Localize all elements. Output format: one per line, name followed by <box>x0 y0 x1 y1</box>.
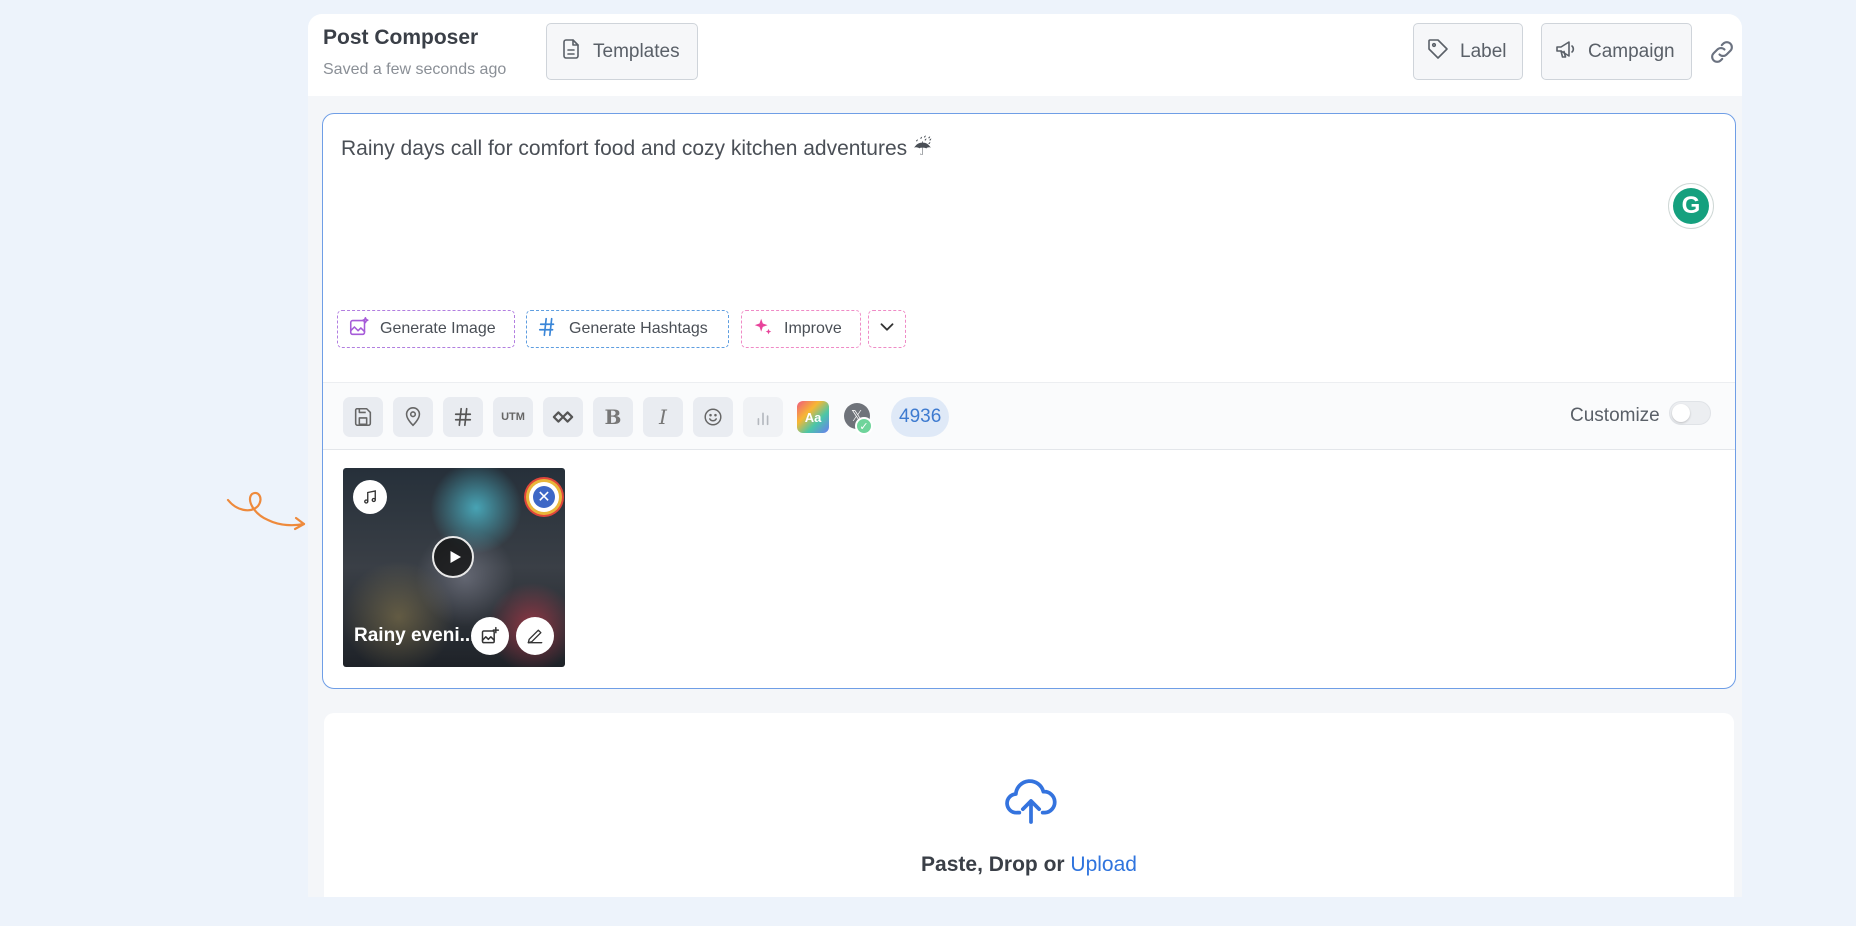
upload-dropzone[interactable]: Paste, Drop or Upload <box>324 713 1734 897</box>
ai-more-dropdown[interactable] <box>868 310 906 348</box>
cloud-upload-icon <box>1003 773 1059 829</box>
hashtag-sparkle-icon <box>537 316 559 343</box>
edit-pencil-icon[interactable] <box>516 617 554 655</box>
post-editor[interactable]: Rainy days call for comfort food and coz… <box>322 113 1736 689</box>
music-note-icon[interactable] <box>353 480 387 514</box>
arrow-doodle-icon <box>226 491 306 531</box>
editor-toolbar: UTM B I Aa 𝕏 ✓ 4936 Customize <box>323 382 1735 450</box>
campaign-label: Campaign <box>1588 40 1675 62</box>
close-icon: ✕ <box>533 486 555 508</box>
generate-hashtags-button[interactable]: Generate Hashtags <box>526 310 729 348</box>
improve-label: Improve <box>784 320 842 337</box>
generate-image-button[interactable]: Generate Image <box>337 310 515 348</box>
grammarly-icon: G <box>1673 188 1709 224</box>
composer-header: Post Composer Saved a few seconds ago Te… <box>308 14 1742 96</box>
templates-label: Templates <box>593 40 680 62</box>
save-status: Saved a few seconds ago <box>323 61 507 78</box>
utm-button[interactable]: UTM <box>493 397 533 437</box>
media-thumbnail[interactable]: ✕ Rainy eveni... <box>343 468 565 667</box>
upload-prefix: Paste, Drop or <box>921 853 1071 876</box>
save-draft-icon[interactable] <box>343 397 383 437</box>
chevron-down-icon <box>876 316 898 343</box>
templates-button[interactable]: Templates <box>546 23 698 80</box>
customize-label: Customize <box>1570 405 1660 426</box>
bold-button[interactable]: B <box>593 397 633 437</box>
page-title: Post Composer <box>323 26 479 49</box>
improve-button[interactable]: Improve <box>741 310 861 348</box>
customize-toggle[interactable] <box>1669 401 1711 425</box>
campaign-button[interactable]: Campaign <box>1541 23 1692 80</box>
italic-button[interactable]: I <box>643 397 683 437</box>
utm-label: UTM <box>501 411 525 423</box>
post-composer-panel: Post Composer Saved a few seconds ago Te… <box>308 14 1742 897</box>
media-title: Rainy eveni... <box>354 625 476 646</box>
tag-icon <box>1426 37 1450 67</box>
sparkles-icon <box>752 316 774 343</box>
document-icon <box>559 37 583 67</box>
hashtag-icon[interactable] <box>443 397 483 437</box>
link-icon[interactable] <box>1707 37 1737 67</box>
location-pin-icon[interactable] <box>393 397 433 437</box>
grammarly-button[interactable]: G <box>1668 183 1714 229</box>
generate-image-label: Generate Image <box>380 320 496 337</box>
upload-link[interactable]: Upload <box>1070 853 1137 876</box>
poll-chart-icon[interactable] <box>743 397 783 437</box>
post-text-input[interactable]: Rainy days call for comfort food and coz… <box>341 136 932 161</box>
remove-media-button[interactable]: ✕ <box>529 482 559 512</box>
image-sparkle-icon <box>348 316 370 343</box>
upload-instructions: Paste, Drop or Upload <box>324 853 1734 877</box>
link-shortener-icon[interactable] <box>543 397 583 437</box>
add-image-icon[interactable] <box>471 617 509 655</box>
label-label: Label <box>1460 40 1507 62</box>
megaphone-icon <box>1554 37 1578 67</box>
text-style-button[interactable]: Aa <box>797 401 829 433</box>
generate-hashtags-label: Generate Hashtags <box>569 320 708 337</box>
emoji-icon[interactable] <box>693 397 733 437</box>
character-count-badge: 4936 <box>891 397 950 437</box>
check-badge-icon: ✓ <box>855 417 873 435</box>
label-button[interactable]: Label <box>1413 23 1523 80</box>
play-icon[interactable] <box>432 536 474 578</box>
